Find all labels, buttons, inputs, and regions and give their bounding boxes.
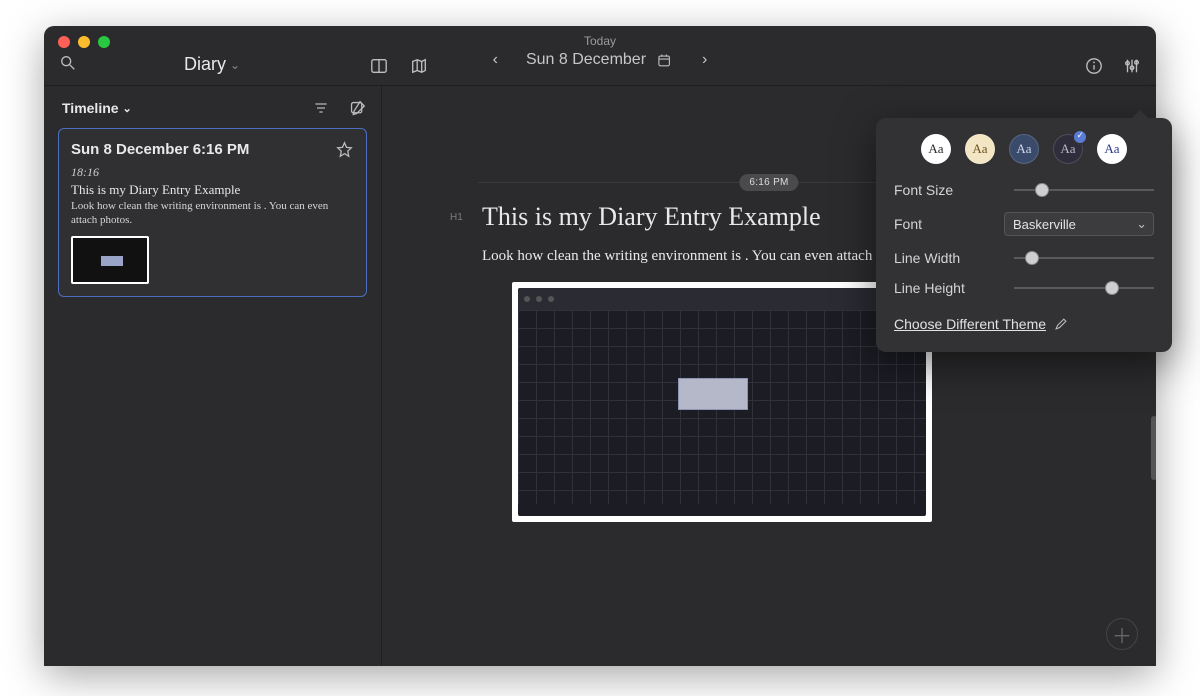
sidebar-header: Timeline ⌄: [62, 98, 367, 118]
today-label: Today: [493, 34, 708, 48]
font-select[interactable]: Baskerville: [1004, 212, 1154, 236]
date-navigator: Today ‹ Sun 8 December ›: [493, 34, 708, 70]
entry-heading[interactable]: This is my Diary Entry Example: [482, 202, 821, 232]
journal-title-label: Diary: [184, 54, 226, 75]
theme-swatch-4[interactable]: Aa: [1097, 134, 1127, 164]
pencil-icon: [1054, 317, 1068, 331]
line-height-row: Line Height: [894, 280, 1154, 296]
appearance-settings-icon[interactable]: [1122, 56, 1142, 76]
theme-swatch-3[interactable]: Aa: [1053, 134, 1083, 164]
filter-icon[interactable]: [311, 98, 331, 118]
entry-title: This is my Diary Entry Example: [71, 182, 354, 198]
choose-theme-label: Choose Different Theme: [894, 316, 1046, 332]
journal-title[interactable]: Diary ⌄: [184, 54, 240, 75]
scrollbar-thumb[interactable]: [1151, 416, 1156, 480]
entry-time: 18:16: [71, 165, 354, 180]
theme-swatch-1[interactable]: Aa: [965, 134, 995, 164]
entry-paragraph[interactable]: Look how clean the writing environment i…: [482, 246, 923, 265]
font-label: Font: [894, 216, 922, 232]
info-icon[interactable]: [1084, 56, 1104, 76]
font-size-row: Font Size: [894, 182, 1154, 198]
heading-level-label: H1: [450, 212, 463, 223]
calendar-icon[interactable]: [654, 50, 674, 70]
current-date[interactable]: Sun 8 December: [526, 51, 646, 69]
entry-thumbnail[interactable]: [71, 236, 149, 284]
font-size-slider[interactable]: [1014, 189, 1154, 191]
line-width-label: Line Width: [894, 250, 960, 266]
star-icon[interactable]: [334, 139, 354, 159]
entry-time-pill: 6:16 PM: [739, 174, 798, 191]
next-day-button[interactable]: ›: [702, 51, 707, 69]
timeline-label: Timeline: [62, 100, 119, 116]
split-view-icon[interactable]: [369, 56, 389, 76]
new-entry-button[interactable]: ＋: [1106, 618, 1138, 650]
choose-theme-link[interactable]: Choose Different Theme: [894, 316, 1068, 332]
line-height-slider[interactable]: [1014, 287, 1154, 289]
compose-icon[interactable]: [347, 98, 367, 118]
map-icon[interactable]: [409, 56, 429, 76]
attached-image[interactable]: [512, 282, 932, 522]
line-height-label: Line Height: [894, 280, 965, 296]
line-width-slider[interactable]: [1014, 257, 1154, 259]
sidebar: Timeline ⌄ Sun 8 December 6:16 PM 18:16: [44, 86, 382, 666]
search-icon[interactable]: [58, 53, 78, 73]
font-row: Font Baskerville: [894, 212, 1154, 236]
theme-swatches: Aa Aa Aa Aa Aa: [894, 134, 1154, 164]
entry-body: Look how clean the writing environment i…: [71, 200, 354, 228]
title-bar: Diary ⌄ Today ‹ Sun 8 December ›: [44, 26, 1156, 86]
appearance-popover: Aa Aa Aa Aa Aa Font Size Font Baskerville Li…: [876, 118, 1172, 352]
chevron-down-icon: ⌄: [123, 102, 132, 115]
prev-day-button[interactable]: ‹: [493, 51, 498, 69]
theme-swatch-0[interactable]: Aa: [921, 134, 951, 164]
app-window: Diary ⌄ Today ‹ Sun 8 December ›: [44, 26, 1156, 666]
line-width-row: Line Width: [894, 250, 1154, 266]
font-size-label: Font Size: [894, 182, 953, 198]
theme-swatch-2[interactable]: Aa: [1009, 134, 1039, 164]
chevron-down-icon: ⌄: [230, 58, 240, 72]
entry-header: Sun 8 December 6:16 PM: [71, 141, 249, 158]
entry-card[interactable]: Sun 8 December 6:16 PM 18:16 This is my …: [58, 128, 367, 297]
font-value: Baskerville: [1013, 217, 1076, 232]
timeline-selector[interactable]: Timeline ⌄: [62, 100, 132, 116]
